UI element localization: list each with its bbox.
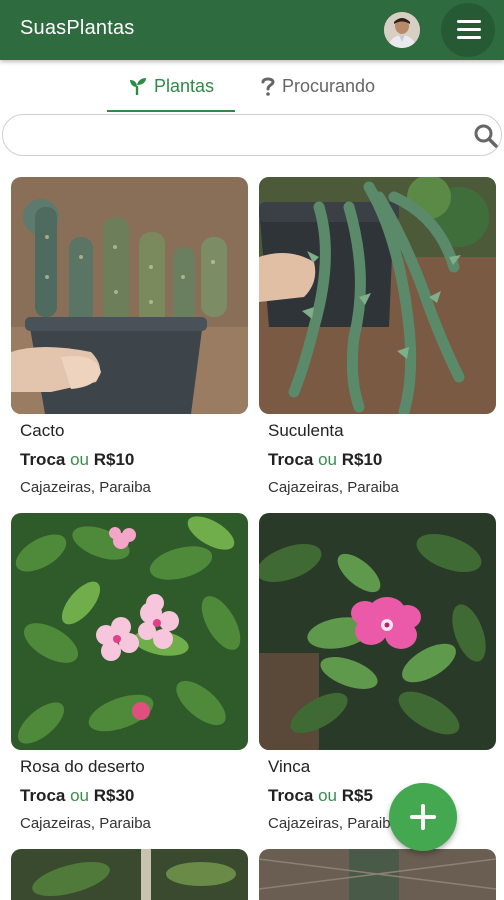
tab-selected-indicator xyxy=(107,110,235,112)
or-label: ou xyxy=(318,786,338,805)
user-avatar[interactable] xyxy=(384,12,420,48)
plant-name: Cacto xyxy=(20,421,65,440)
plant-photo-cacto[interactable] xyxy=(11,177,248,414)
trade-label: Troca xyxy=(268,450,314,469)
tab-procurando[interactable]: Procurando xyxy=(250,60,385,112)
search-icon[interactable] xyxy=(473,123,499,149)
search-bar[interactable] xyxy=(2,114,502,156)
plant-location: Cajazeiras, Paraiba xyxy=(20,815,151,832)
price-value: R$5 xyxy=(341,786,373,805)
trade-label: Troca xyxy=(268,786,314,805)
tab-plantas[interactable]: Plantas xyxy=(107,60,235,112)
trade-label: Troca xyxy=(20,786,66,805)
question-mark-icon xyxy=(261,77,275,96)
hamburger-menu-icon xyxy=(457,20,481,23)
plant-price: Troca ou R$5 xyxy=(268,786,373,806)
plant-price: Troca ou R$10 xyxy=(268,450,382,470)
plant-name: Rosa do deserto xyxy=(20,757,145,776)
price-value: R$10 xyxy=(93,450,135,469)
or-label: ou xyxy=(318,450,338,469)
app-title: SuasPlantas xyxy=(20,17,135,39)
tab-plantas-label: Plantas xyxy=(153,75,215,96)
price-value: R$30 xyxy=(93,786,135,805)
app-bar: SuasPlantas xyxy=(0,0,504,60)
plant-photo[interactable] xyxy=(259,849,496,900)
trade-label: Troca xyxy=(20,450,66,469)
tab-procurando-label: Procurando xyxy=(281,75,376,96)
plant-location: Cajazeiras, Paraiba xyxy=(268,479,399,496)
tab-bar: Plantas Procurando xyxy=(0,60,504,112)
plant-photo-rosa-do-deserto[interactable] xyxy=(11,513,248,750)
plant-price: Troca ou R$30 xyxy=(20,786,134,806)
sprout-icon xyxy=(129,78,146,95)
plant-photo[interactable] xyxy=(11,849,248,900)
plant-location: Cajazeiras, Paraiba xyxy=(268,815,399,832)
plant-photo-suculenta[interactable] xyxy=(259,177,496,414)
price-value: R$10 xyxy=(341,450,383,469)
or-label: ou xyxy=(70,450,90,469)
plant-name: Suculenta xyxy=(268,421,344,440)
plant-photo-vinca[interactable] xyxy=(259,513,496,750)
search-input[interactable] xyxy=(19,123,459,147)
menu-button[interactable] xyxy=(441,3,495,57)
or-label: ou xyxy=(70,786,90,805)
add-plant-button[interactable] xyxy=(389,783,457,851)
plant-location: Cajazeiras, Paraiba xyxy=(20,479,151,496)
plant-price: Troca ou R$10 xyxy=(20,450,134,470)
plant-name: Vinca xyxy=(268,757,311,776)
